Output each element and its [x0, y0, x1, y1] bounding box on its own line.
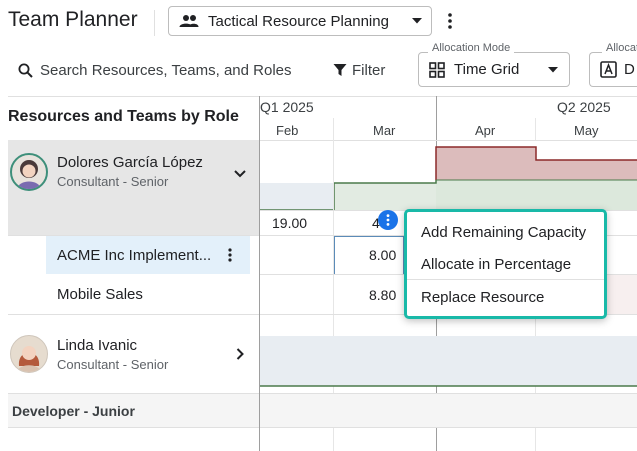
quarter-label-q2: Q2 2025 [557, 99, 611, 115]
avatar-linda [10, 335, 48, 373]
resource-role: Consultant - Senior [57, 357, 169, 372]
row-divider [8, 427, 637, 428]
more-vert-icon [386, 214, 390, 226]
avatar-dolores [10, 153, 48, 191]
resource-name: Linda Ivanic [57, 337, 138, 354]
menu-item-allocate-in-percentage[interactable]: Allocate in Percentage [421, 256, 571, 273]
assignment-value-mar[interactable]: 8.80 [369, 287, 396, 303]
month-divider [333, 118, 334, 140]
search-label: Search Resources, Teams, and Roles [40, 61, 292, 79]
capacity-band [260, 183, 334, 210]
allocation-select[interactable]: D [589, 52, 637, 87]
allocation-value: D [624, 61, 635, 78]
view-select-label: Tactical Resource Planning [208, 12, 389, 30]
view-select[interactable]: Tactical Resource Planning [168, 6, 432, 36]
search-button[interactable]: Search Resources, Teams, and Roles [18, 58, 292, 82]
overallocation-band [536, 160, 637, 180]
assignment-label: Mobile Sales [57, 286, 143, 303]
filter-icon [333, 64, 347, 76]
context-menu: Add Remaining Capacity Allocate in Perce… [404, 209, 607, 319]
quarter-label-q1: Q1 2025 [260, 99, 314, 115]
grid-top-border [8, 96, 637, 97]
more-vert-icon[interactable] [441, 10, 459, 32]
assignment-value-mar[interactable]: 8.00 [369, 247, 396, 263]
group-label: Developer - Junior [12, 403, 135, 419]
menu-item-replace-resource[interactable]: Replace Resource [421, 289, 544, 306]
caret-down-icon [548, 66, 558, 72]
app-title: Team Planner [8, 8, 138, 31]
assignment-label: ACME Inc Implement... [57, 247, 212, 264]
overallocation-band [436, 147, 536, 180]
month-divider [535, 118, 536, 140]
people-icon [179, 15, 199, 27]
month-label-mar: Mar [373, 123, 396, 138]
search-icon [18, 63, 33, 78]
month-label-feb: Feb [276, 123, 299, 138]
menu-divider [407, 279, 604, 280]
sidebar-title: Resources and Teams by Role [8, 108, 239, 125]
cell-actions-button[interactable] [378, 210, 398, 230]
chevron-right-icon[interactable] [235, 347, 245, 361]
panel-divider [259, 96, 260, 451]
capacity-band [436, 180, 637, 210]
grid-view-icon [429, 61, 445, 78]
caret-down-icon [412, 18, 422, 24]
menu-item-add-remaining-capacity[interactable]: Add Remaining Capacity [421, 224, 586, 241]
cell-value-feb[interactable]: 19.00 [272, 215, 307, 231]
allocation-mode-select[interactable]: Time Grid [418, 52, 570, 87]
allocation-label: Allocat [602, 42, 637, 54]
filter-label: Filter [352, 61, 386, 79]
allocation-mode-label: Allocation Mode [428, 42, 515, 54]
more-vert-icon[interactable] [228, 248, 234, 264]
month-label-may: May [574, 123, 599, 138]
header-divider [154, 10, 155, 36]
resource-role: Consultant - Senior [57, 174, 169, 189]
allocation-mode-value: Time Grid [454, 61, 520, 78]
capacity-band [260, 336, 637, 386]
chevron-down-icon[interactable] [233, 166, 247, 178]
capacity-band [334, 183, 436, 210]
resource-name: Dolores García López [57, 154, 203, 171]
filter-button[interactable]: Filter [333, 58, 385, 82]
month-label-apr: Apr [475, 123, 496, 138]
text-box-icon [600, 61, 617, 78]
